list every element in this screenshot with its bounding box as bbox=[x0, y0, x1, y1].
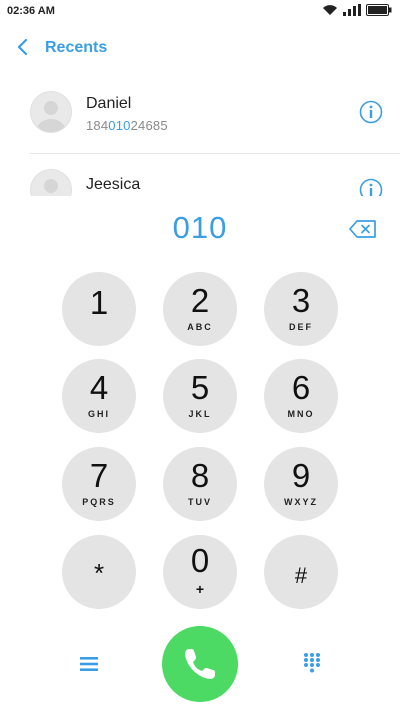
recent-item-jeesica[interactable]: Jeesica bbox=[0, 154, 400, 196]
phone-icon bbox=[185, 649, 215, 679]
key-7[interactable]: 7 PQRS bbox=[62, 447, 136, 521]
key-6[interactable]: 6 MNO bbox=[264, 359, 338, 433]
status-time: 02:36 AM bbox=[7, 5, 55, 17]
header: Recents bbox=[0, 32, 400, 64]
key-5[interactable]: 5 JKL bbox=[163, 359, 237, 433]
recents-list: Daniel 18401024685 Jeesica bbox=[0, 76, 400, 196]
key-2[interactable]: 2 ABC bbox=[163, 272, 237, 346]
person-icon bbox=[44, 179, 58, 193]
signal-icon bbox=[343, 4, 361, 16]
menu-icon[interactable] bbox=[77, 652, 101, 676]
key-9[interactable]: 9 WXYZ bbox=[264, 447, 338, 521]
person-icon bbox=[36, 101, 66, 132]
key-1[interactable]: 1 bbox=[62, 272, 136, 346]
dialed-number: 010 bbox=[172, 210, 228, 245]
contact-number: 18401024685 bbox=[86, 118, 168, 133]
status-bar: 02:36 AM bbox=[0, 0, 400, 24]
info-icon[interactable] bbox=[359, 100, 383, 124]
key-8[interactable]: 8 TUV bbox=[163, 447, 237, 521]
recent-item-daniel[interactable]: Daniel 18401024685 bbox=[0, 76, 400, 154]
page-title: Recents bbox=[45, 39, 108, 56]
key-hash[interactable]: # bbox=[264, 535, 338, 609]
contact-name: Jeesica bbox=[86, 176, 141, 193]
dial-display: 010 bbox=[0, 210, 400, 250]
info-icon[interactable] bbox=[359, 178, 383, 196]
key-4[interactable]: 4 GHI bbox=[62, 359, 136, 433]
avatar bbox=[30, 169, 72, 196]
call-button[interactable] bbox=[162, 626, 238, 702]
key-3[interactable]: 3 DEF bbox=[264, 272, 338, 346]
key-star[interactable]: * bbox=[62, 535, 136, 609]
backspace-icon[interactable] bbox=[348, 218, 378, 240]
contact-name: Daniel bbox=[86, 95, 132, 112]
wifi-icon bbox=[323, 5, 337, 15]
avatar bbox=[30, 91, 72, 133]
keypad-icon[interactable] bbox=[300, 651, 324, 675]
battery-icon bbox=[366, 4, 392, 16]
key-0[interactable]: 0 + bbox=[163, 535, 237, 609]
chevron-left-icon[interactable] bbox=[14, 37, 34, 57]
